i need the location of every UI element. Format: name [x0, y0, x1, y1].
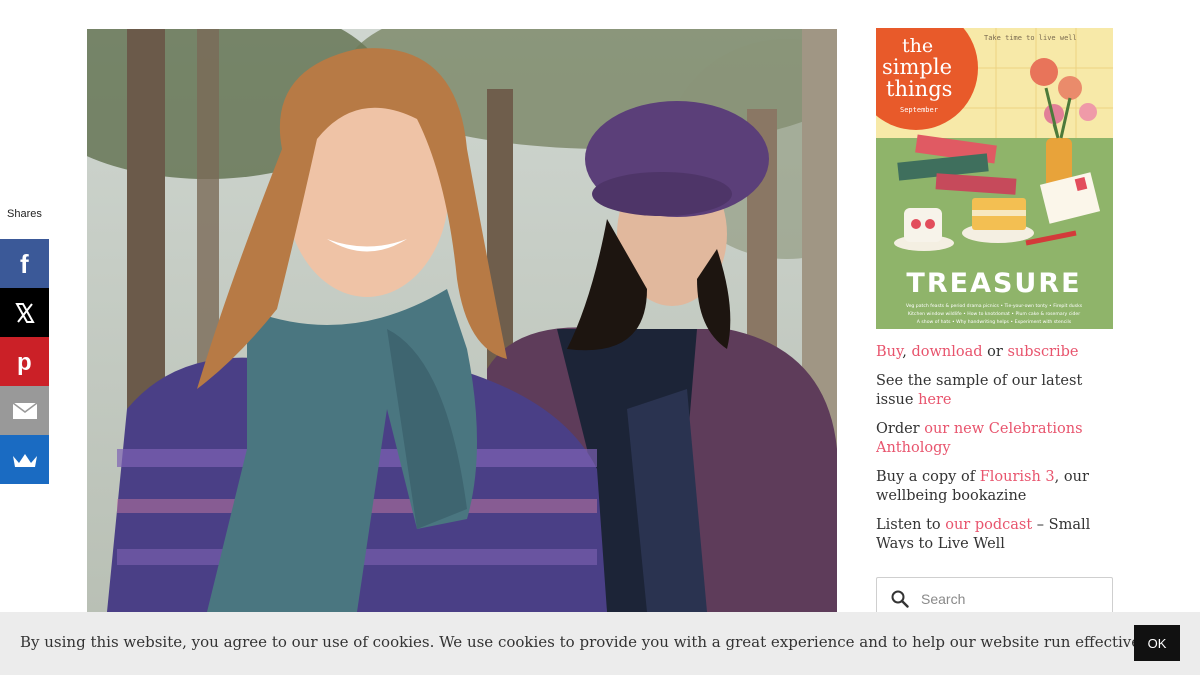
order-line: Order our new Celebrations Anthology: [876, 420, 1116, 458]
sample-line: See the sample of our latest issue here: [876, 372, 1116, 410]
buy-line: Buy, download or subscribe: [876, 343, 1116, 362]
cover-month: September: [900, 106, 938, 114]
pinterest-share-button[interactable]: p: [0, 337, 49, 386]
pinterest-icon: p: [17, 349, 32, 375]
buy-link[interactable]: Buy: [876, 344, 902, 360]
flourish-line: Buy a copy of Flourish 3, our wellbeing …: [876, 468, 1116, 506]
crown-icon: [12, 453, 37, 467]
email-icon: [12, 401, 37, 419]
search-input[interactable]: [919, 590, 1099, 608]
flourish-text: Buy a copy of: [876, 469, 980, 485]
magazine-cover[interactable]: the simple things September Take time to…: [876, 28, 1113, 329]
cookie-ok-button[interactable]: OK: [1134, 625, 1180, 661]
sidebar: the simple things September Take time to…: [876, 28, 1116, 549]
podcast-text: Listen to: [876, 517, 946, 533]
cover-line-2: Kitchen window wildlife • How to knotdom…: [908, 311, 1080, 317]
cover-headline: TREASURE: [906, 268, 1081, 299]
sidebar-links: Buy, download or subscribe See the sampl…: [876, 343, 1116, 549]
facebook-share-button[interactable]: f: [0, 239, 49, 288]
facebook-icon: f: [20, 252, 29, 276]
cookie-message: By using this website, you agree to our …: [20, 633, 1157, 651]
cover-line-3: A show of hats • Why handwriting helps •…: [917, 319, 1072, 325]
order-text: Order: [876, 421, 925, 437]
sample-here-link[interactable]: here: [918, 392, 951, 408]
cover-tagline: Take time to live well: [984, 34, 1077, 42]
flourish-link[interactable]: Flourish 3: [980, 469, 1055, 485]
podcast-link[interactable]: our podcast: [945, 517, 1032, 533]
sample-text: See the sample of our latest issue: [876, 373, 1083, 408]
cover-brand-line3: things: [886, 77, 952, 101]
x-share-button[interactable]: [0, 288, 49, 337]
share-bar: f p: [0, 239, 49, 484]
email-share-button[interactable]: [0, 386, 49, 435]
cover-brand-line2: simple: [882, 55, 952, 79]
svg-text:f: f: [20, 252, 29, 276]
hero-photo: [87, 29, 837, 612]
download-link[interactable]: download: [911, 344, 982, 360]
buy-or: or: [982, 344, 1008, 360]
cookie-banner: By using this website, you agree to our …: [0, 612, 1200, 675]
cover-line-1: Veg patch feasts & period drama picnics …: [906, 303, 1083, 309]
x-icon: [14, 302, 35, 323]
podcast-line: Listen to our podcast – Small Ways to Li…: [876, 516, 1116, 549]
search-icon[interactable]: [891, 590, 909, 608]
svg-text:p: p: [17, 349, 32, 375]
shares-label: Shares: [7, 208, 42, 220]
cover-brand-line1: the: [902, 35, 933, 57]
subscribe-link[interactable]: subscribe: [1007, 344, 1078, 360]
sumo-share-button[interactable]: [0, 435, 49, 484]
